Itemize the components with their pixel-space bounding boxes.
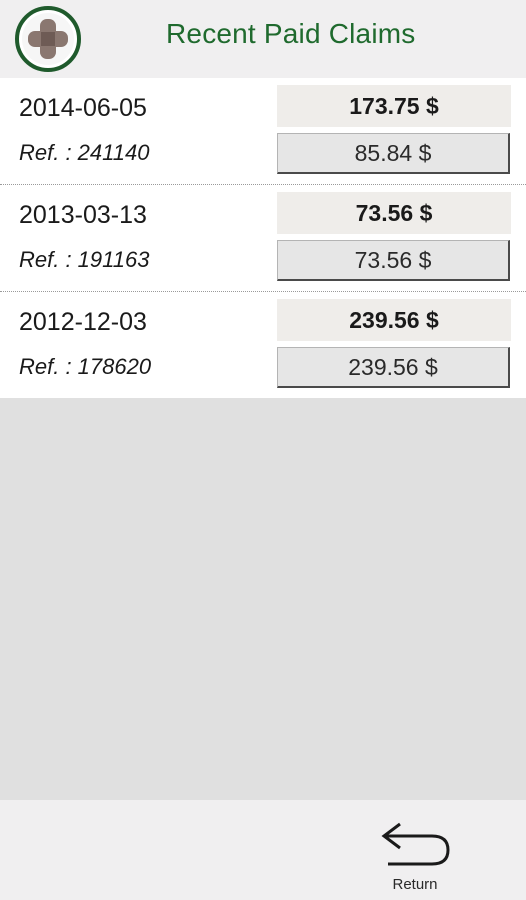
claim-total-amount: 173.75 $ (277, 85, 511, 127)
return-button[interactable]: Return (370, 814, 460, 894)
claim-total-amount: 239.56 $ (277, 299, 511, 341)
claim-date: 2014-06-05 (19, 94, 147, 122)
claim-paid-amount-button[interactable]: 239.56 $ (277, 347, 510, 388)
claim-date: 2013-03-13 (19, 201, 147, 229)
claim-paid-amount-button[interactable]: 73.56 $ (277, 240, 510, 281)
footer-toolbar: Return (0, 800, 526, 900)
claim-paid-amount-button[interactable]: 85.84 $ (277, 133, 510, 174)
claim-reference: Ref. : 191163 (19, 247, 150, 272)
return-arrow-icon (381, 822, 450, 866)
claim-date: 2012-12-03 (19, 308, 147, 336)
return-label: Return (392, 876, 438, 893)
app-header: Recent Paid Claims (0, 0, 526, 78)
claim-row[interactable]: 2013-03-13 Ref. : 191163 73.56 $ 73.56 $ (0, 185, 526, 292)
green-cross-logo-icon[interactable] (14, 5, 82, 73)
claim-reference: Ref. : 241140 (19, 140, 150, 165)
claim-reference: Ref. : 178620 (19, 354, 152, 379)
empty-list-area (0, 398, 526, 800)
page-title: Recent Paid Claims (166, 18, 416, 49)
claim-row[interactable]: 2012-12-03 Ref. : 178620 239.56 $ 239.56… (0, 292, 526, 399)
claim-total-amount: 73.56 $ (277, 192, 511, 234)
claim-row[interactable]: 2014-06-05 Ref. : 241140 173.75 $ 85.84 … (0, 78, 526, 185)
claims-list: 2014-06-05 Ref. : 241140 173.75 $ 85.84 … (0, 78, 526, 399)
